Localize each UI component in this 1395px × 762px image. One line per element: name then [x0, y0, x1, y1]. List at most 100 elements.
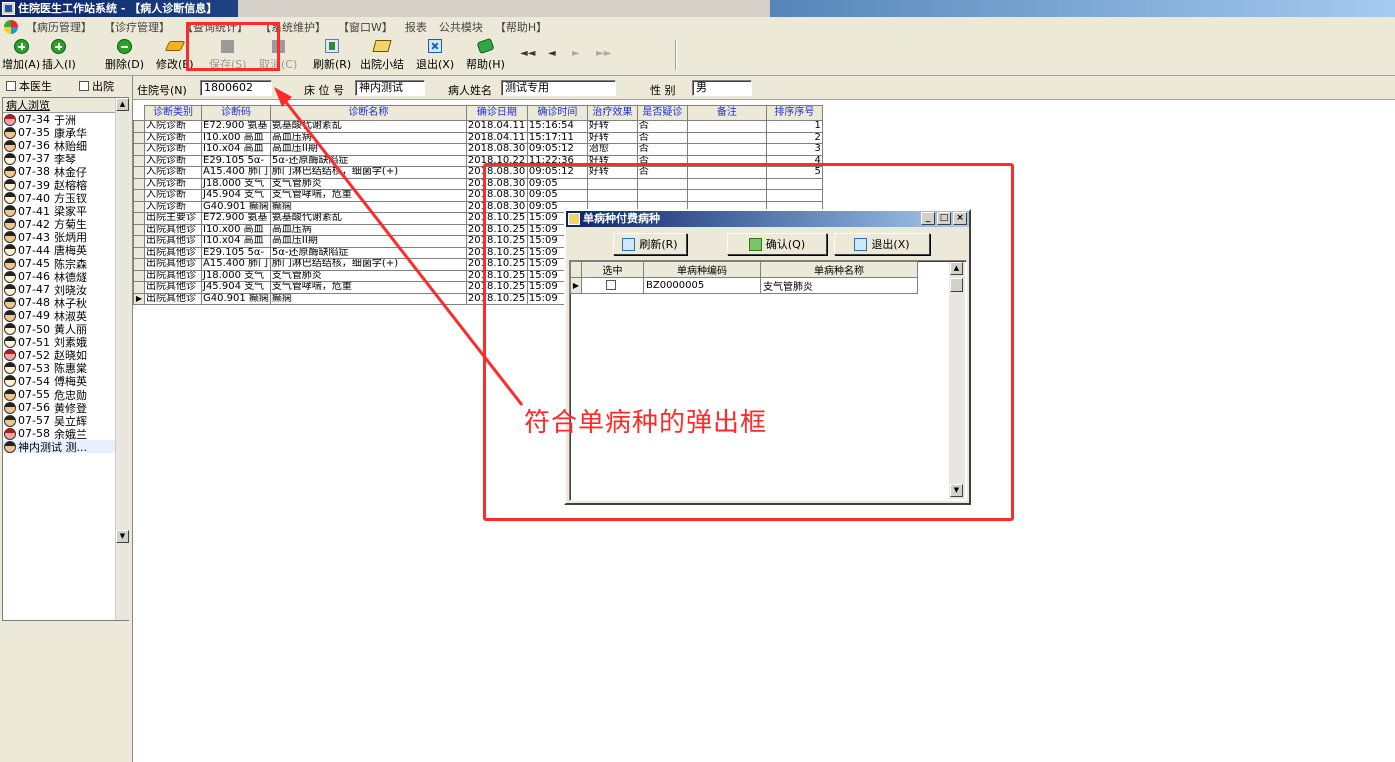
row-indicator[interactable] [133, 189, 145, 202]
diagnosis-cell[interactable]: E72.900 氨基 [201, 120, 271, 133]
last-record-icon[interactable]: ►► [596, 48, 611, 59]
discharged-filter[interactable]: 出院 [79, 78, 114, 94]
diagnosis-column-header[interactable]: 是否疑诊 [636, 105, 688, 121]
insert-button[interactable]: 插入(I) [42, 38, 76, 74]
diagnosis-column-header[interactable]: 备注 [686, 105, 767, 121]
help-button[interactable]: 帮助(H) [466, 37, 505, 74]
diagnosis-cell[interactable]: I10.x00 高血 [201, 131, 271, 144]
diagnosis-cell[interactable]: 出院其他诊 [144, 258, 202, 271]
diagnosis-cell[interactable]: 入院诊断 [144, 200, 202, 213]
row-indicator[interactable] [133, 166, 145, 179]
diagnosis-column-header[interactable]: 确诊时间 [526, 105, 588, 121]
diagnosis-cell[interactable]: J18.000 支气 [201, 269, 271, 282]
row-indicator[interactable] [133, 281, 145, 294]
row-indicator[interactable] [133, 143, 145, 156]
menu-medical-records[interactable]: 【病历管理】 [20, 19, 98, 35]
diagnosis-cell[interactable]: 治愈 [586, 143, 638, 156]
diagnosis-cell[interactable]: 入院诊断 [144, 177, 202, 190]
diagnosis-cell[interactable]: E29.105 5α- [201, 246, 271, 259]
diagnosis-cell[interactable]: G40.901 癫痫 [201, 200, 271, 213]
row-indicator[interactable] [133, 120, 145, 133]
previous-record-icon[interactable]: ◄ [548, 48, 556, 59]
my-doctor-checkbox[interactable] [6, 81, 16, 91]
diagnosis-cell[interactable]: I10.x04 高血 [201, 143, 271, 156]
menu-reports[interactable]: 报表 [399, 19, 433, 35]
row-indicator[interactable] [133, 131, 145, 144]
diagnosis-cell[interactable]: 出院主要诊 [144, 212, 202, 225]
diagnosis-cell[interactable]: 出院其他诊 [144, 269, 202, 282]
patient-list-item[interactable]: 神内测试 测... [3, 440, 128, 454]
diagnosis-cell[interactable]: I10.x04 高血 [201, 235, 271, 248]
diagnosis-cell[interactable]: 否 [636, 131, 688, 144]
menu-help[interactable]: 【帮助H】 [489, 19, 553, 35]
diagnosis-cell[interactable]: A15.400 肺门 [201, 258, 271, 271]
row-indicator[interactable] [133, 235, 145, 248]
discharged-checkbox[interactable] [79, 81, 89, 91]
diagnosis-cell[interactable]: J45.904 支气 [201, 189, 271, 202]
diagnosis-cell[interactable]: 出院其他诊 [144, 223, 202, 236]
scroll-down-icon[interactable]: ▼ [116, 530, 129, 543]
scroll-up-icon[interactable]: ▲ [116, 98, 129, 111]
diagnosis-cell[interactable]: 入院诊断 [144, 143, 202, 156]
diagnosis-cell[interactable]: 出院其他诊 [144, 246, 202, 259]
menu-common-modules[interactable]: 公共模块 [433, 19, 489, 35]
diagnosis-cell[interactable]: 出院其他诊 [144, 281, 202, 294]
diagnosis-cell[interactable]: 否 [636, 120, 688, 133]
diagnosis-cell[interactable]: 入院诊断 [144, 154, 202, 167]
refresh-button[interactable]: 刷新(R) [313, 38, 351, 74]
diagnosis-cell[interactable]: 出院其他诊 [144, 235, 202, 248]
diagnosis-cell[interactable] [686, 143, 767, 156]
diagnosis-cell[interactable]: 好转 [586, 131, 638, 144]
delete-button[interactable]: 删除(D) [105, 38, 144, 74]
diagnosis-cell[interactable]: 入院诊断 [144, 189, 202, 202]
first-record-icon[interactable]: ◄◄ [520, 48, 535, 59]
row-indicator[interactable] [133, 246, 145, 259]
system-menu-icon[interactable] [4, 19, 18, 34]
window-title-bar[interactable]: 住院医生工作站系统 - 【病人诊断信息】 [0, 0, 1395, 17]
diagnosis-cell[interactable]: G40.901 癫痫 [201, 292, 271, 305]
diagnosis-column-header[interactable]: 诊断码 [201, 105, 271, 121]
diagnosis-cell[interactable]: 15:17:11 [526, 131, 588, 144]
exit-button[interactable]: 退出(X) [416, 38, 454, 74]
diagnosis-cell[interactable]: A15.400 肺门 [201, 166, 271, 179]
discharge-summary-button[interactable]: 出院小结 [360, 38, 404, 74]
gender-field[interactable]: 男 [692, 80, 752, 96]
diagnosis-cell[interactable]: 否 [636, 143, 688, 156]
diagnosis-cell[interactable]: E29.105 5α- [201, 154, 271, 167]
diagnosis-cell[interactable]: 1 [765, 120, 823, 133]
diagnosis-cell[interactable]: I10.x00 高血 [201, 223, 271, 236]
diagnosis-column-header[interactable]: 治疗效果 [586, 105, 638, 121]
row-indicator[interactable] [133, 200, 145, 213]
diagnosis-cell[interactable]: E72.900 氨基 [201, 212, 271, 225]
patient-list-scrollbar[interactable]: ▲ ▼ [115, 98, 129, 620]
my-doctor-filter[interactable]: 本医生 [6, 78, 52, 94]
diagnosis-cell[interactable] [686, 120, 767, 133]
row-indicator[interactable]: ▶ [133, 292, 145, 305]
diagnosis-column-header[interactable]: 诊断类别 [144, 105, 202, 121]
menu-window[interactable]: 【窗口W】 [332, 19, 399, 35]
diagnosis-cell[interactable]: 09:05:12 [526, 143, 588, 156]
diagnosis-cell[interactable]: 15:16:54 [526, 120, 588, 133]
diagnosis-cell[interactable]: 出院其他诊 [144, 292, 202, 305]
diagnosis-cell[interactable]: 入院诊断 [144, 120, 202, 133]
diagnosis-cell[interactable]: J18.000 支气 [201, 177, 271, 190]
menu-diagnosis-treatment[interactable]: 【诊疗管理】 [98, 19, 176, 35]
row-indicator[interactable] [133, 258, 145, 271]
next-record-icon[interactable]: ► [572, 48, 580, 59]
diagnosis-cell[interactable]: 入院诊断 [144, 166, 202, 179]
diagnosis-cell[interactable] [686, 131, 767, 144]
diagnosis-cell[interactable]: J45.904 支气 [201, 281, 271, 294]
admission-no-field[interactable]: 1800602 [200, 80, 272, 96]
diagnosis-cell[interactable]: 3 [765, 143, 823, 156]
diagnosis-column-header[interactable]: 排序序号 [765, 105, 823, 121]
row-indicator[interactable] [133, 154, 145, 167]
diagnosis-cell[interactable]: 好转 [586, 120, 638, 133]
add-button[interactable]: 增加(A) [2, 38, 40, 74]
row-indicator[interactable] [133, 212, 145, 225]
diagnosis-cell[interactable]: 入院诊断 [144, 131, 202, 144]
row-indicator[interactable] [133, 223, 145, 236]
patient-bed: 07-39 [18, 178, 50, 192]
row-indicator[interactable] [133, 269, 145, 282]
row-indicator[interactable] [133, 177, 145, 190]
diagnosis-cell[interactable]: 2 [765, 131, 823, 144]
